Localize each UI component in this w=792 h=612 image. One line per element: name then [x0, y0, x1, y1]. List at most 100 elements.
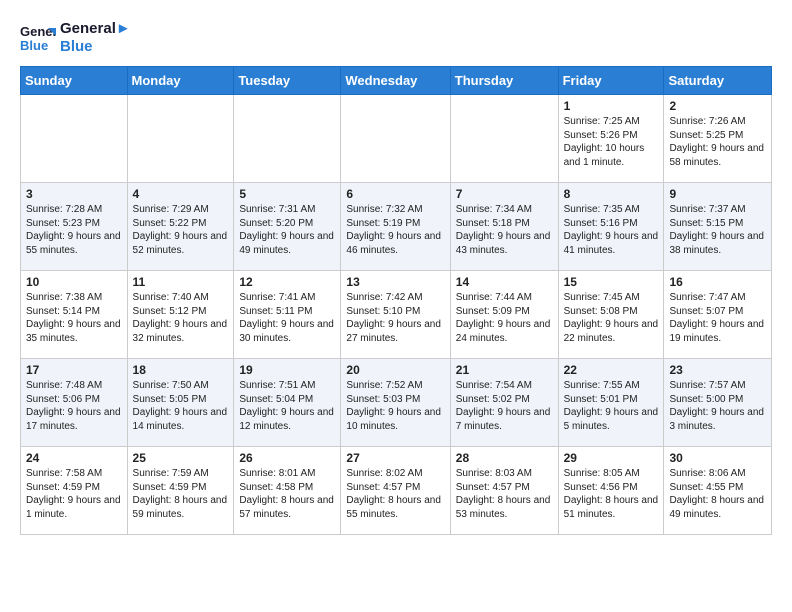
calendar-cell: 11 Sunrise: 7:40 AM Sunset: 5:12 PM Dayli… [127, 271, 234, 359]
calendar-cell: 22 Sunrise: 7:55 AM Sunset: 5:01 PM Dayli… [558, 359, 664, 447]
day-info: Sunrise: 7:32 AM Sunset: 5:19 PM Dayligh… [346, 203, 444, 257]
calendar-cell: 8 Sunrise: 7:35 AM Sunset: 5:16 PM Daylig… [558, 183, 664, 271]
day-number: 8 [564, 187, 659, 201]
calendar-cell [450, 95, 558, 183]
day-number: 29 [564, 451, 659, 465]
day-number: 19 [239, 363, 335, 377]
calendar-cell: 13 Sunrise: 7:42 AM Sunset: 5:10 PM Dayli… [341, 271, 450, 359]
day-number: 2 [669, 99, 766, 113]
calendar-cell [341, 95, 450, 183]
calendar-cell: 15 Sunrise: 7:45 AM Sunset: 5:08 PM Dayli… [558, 271, 664, 359]
day-info: Sunrise: 8:03 AM Sunset: 4:57 PM Dayligh… [456, 467, 553, 521]
calendar-cell: 14Sunrise: 7:44 AM Sunset: 5:09 PM Dayli… [450, 271, 558, 359]
day-info: Sunrise: 7:48 AM Sunset: 5:06 PM Dayligh… [26, 379, 122, 433]
calendar-cell: 16Sunrise: 7:47 AM Sunset: 5:07 PM Dayli… [664, 271, 772, 359]
day-info: Sunrise: 7:35 AM Sunset: 5:16 PM Dayligh… [564, 203, 659, 257]
day-number: 15 [564, 275, 659, 289]
week-row-3: 10 Sunrise: 7:38 AM Sunset: 5:14 PM Dayli… [21, 271, 772, 359]
calendar-cell [234, 95, 341, 183]
calendar-cell: 10 Sunrise: 7:38 AM Sunset: 5:14 PM Dayli… [21, 271, 128, 359]
logo-text: General► [60, 21, 131, 38]
calendar-cell: 24 Sunrise: 7:58 AM Sunset: 4:59 PM Dayli… [21, 447, 128, 535]
day-info: Sunrise: 7:52 AM Sunset: 5:03 PM Dayligh… [346, 379, 444, 433]
header: General Blue General► Blue [20, 20, 772, 56]
calendar-cell: 7Sunrise: 7:34 AM Sunset: 5:18 PM Daylig… [450, 183, 558, 271]
logo-area: General Blue General► Blue [20, 20, 131, 56]
weekday-header-thursday: Thursday [450, 67, 558, 95]
logo-icon: General Blue [20, 20, 56, 56]
day-number: 30 [669, 451, 766, 465]
calendar-cell: 30 Sunrise: 8:06 AM Sunset: 4:55 PM Dayli… [664, 447, 772, 535]
day-info: Sunrise: 8:01 AM Sunset: 4:58 PM Dayligh… [239, 467, 335, 521]
calendar-cell: 3 Sunrise: 7:28 AM Sunset: 5:23 PM Daylig… [21, 183, 128, 271]
svg-text:Blue: Blue [20, 38, 48, 53]
calendar-cell: 27 Sunrise: 8:02 AM Sunset: 4:57 PM Dayli… [341, 447, 450, 535]
day-number: 21 [456, 363, 553, 377]
calendar-cell [21, 95, 128, 183]
day-info: Sunrise: 7:57 AM Sunset: 5:00 PM Dayligh… [669, 379, 766, 433]
day-number: 9 [669, 187, 766, 201]
day-number: 13 [346, 275, 444, 289]
day-info: Sunrise: 7:41 AM Sunset: 5:11 PM Dayligh… [239, 291, 335, 345]
weekday-header-saturday: Saturday [664, 67, 772, 95]
calendar-cell: 29Sunrise: 8:05 AM Sunset: 4:56 PM Dayli… [558, 447, 664, 535]
weekday-header-monday: Monday [127, 67, 234, 95]
day-number: 24 [26, 451, 122, 465]
day-number: 3 [26, 187, 122, 201]
calendar-cell [127, 95, 234, 183]
calendar-cell: 9 Sunrise: 7:37 AM Sunset: 5:15 PM Daylig… [664, 183, 772, 271]
weekday-header-sunday: Sunday [21, 67, 128, 95]
day-info: Sunrise: 8:02 AM Sunset: 4:57 PM Dayligh… [346, 467, 444, 521]
calendar-cell: 19 Sunrise: 7:51 AM Sunset: 5:04 PM Dayli… [234, 359, 341, 447]
calendar-cell: 25Sunrise: 7:59 AM Sunset: 4:59 PM Dayli… [127, 447, 234, 535]
day-info: Sunrise: 7:37 AM Sunset: 5:15 PM Dayligh… [669, 203, 766, 257]
day-info: Sunrise: 7:54 AM Sunset: 5:02 PM Dayligh… [456, 379, 553, 433]
day-number: 6 [346, 187, 444, 201]
weekday-header-row: SundayMondayTuesdayWednesdayThursdayFrid… [21, 67, 772, 95]
week-row-1: 1Sunrise: 7:25 AM Sunset: 5:26 PM Daylig… [21, 95, 772, 183]
day-number: 28 [456, 451, 553, 465]
week-row-5: 24 Sunrise: 7:58 AM Sunset: 4:59 PM Dayli… [21, 447, 772, 535]
calendar-cell: 21 Sunrise: 7:54 AM Sunset: 5:02 PM Dayli… [450, 359, 558, 447]
week-row-4: 17 Sunrise: 7:48 AM Sunset: 5:06 PM Dayli… [21, 359, 772, 447]
day-number: 22 [564, 363, 659, 377]
day-number: 27 [346, 451, 444, 465]
weekday-header-friday: Friday [558, 67, 664, 95]
day-info: Sunrise: 7:44 AM Sunset: 5:09 PM Dayligh… [456, 291, 553, 345]
day-number: 1 [564, 99, 659, 113]
day-info: Sunrise: 7:31 AM Sunset: 5:20 PM Dayligh… [239, 203, 335, 257]
day-number: 10 [26, 275, 122, 289]
weekday-header-tuesday: Tuesday [234, 67, 341, 95]
day-info: Sunrise: 7:45 AM Sunset: 5:08 PM Dayligh… [564, 291, 659, 345]
day-number: 16 [669, 275, 766, 289]
day-info: Sunrise: 7:42 AM Sunset: 5:10 PM Dayligh… [346, 291, 444, 345]
day-number: 25 [133, 451, 229, 465]
day-number: 17 [26, 363, 122, 377]
calendar-cell: 18 Sunrise: 7:50 AM Sunset: 5:05 PM Dayli… [127, 359, 234, 447]
day-info: Sunrise: 7:38 AM Sunset: 5:14 PM Dayligh… [26, 291, 122, 345]
weekday-header-wednesday: Wednesday [341, 67, 450, 95]
calendar: SundayMondayTuesdayWednesdayThursdayFrid… [20, 66, 772, 535]
day-number: 4 [133, 187, 229, 201]
day-info: Sunrise: 7:51 AM Sunset: 5:04 PM Dayligh… [239, 379, 335, 433]
calendar-cell: 1Sunrise: 7:25 AM Sunset: 5:26 PM Daylig… [558, 95, 664, 183]
logo-blue: Blue [60, 38, 131, 55]
calendar-cell: 12Sunrise: 7:41 AM Sunset: 5:11 PM Dayli… [234, 271, 341, 359]
day-info: Sunrise: 7:55 AM Sunset: 5:01 PM Dayligh… [564, 379, 659, 433]
day-info: Sunrise: 7:34 AM Sunset: 5:18 PM Dayligh… [456, 203, 553, 257]
day-info: Sunrise: 7:28 AM Sunset: 5:23 PM Dayligh… [26, 203, 122, 257]
page: General Blue General► Blue SundayMondayT… [0, 0, 792, 545]
calendar-cell: 17 Sunrise: 7:48 AM Sunset: 5:06 PM Dayli… [21, 359, 128, 447]
week-row-2: 3 Sunrise: 7:28 AM Sunset: 5:23 PM Daylig… [21, 183, 772, 271]
calendar-cell: 2Sunrise: 7:26 AM Sunset: 5:25 PM Daylig… [664, 95, 772, 183]
day-number: 11 [133, 275, 229, 289]
day-info: Sunrise: 7:50 AM Sunset: 5:05 PM Dayligh… [133, 379, 229, 433]
day-number: 23 [669, 363, 766, 377]
day-info: Sunrise: 8:06 AM Sunset: 4:55 PM Dayligh… [669, 467, 766, 521]
calendar-cell: 6 Sunrise: 7:32 AM Sunset: 5:19 PM Daylig… [341, 183, 450, 271]
day-number: 18 [133, 363, 229, 377]
calendar-cell: 26Sunrise: 8:01 AM Sunset: 4:58 PM Dayli… [234, 447, 341, 535]
day-number: 20 [346, 363, 444, 377]
day-info: Sunrise: 7:58 AM Sunset: 4:59 PM Dayligh… [26, 467, 122, 521]
day-info: Sunrise: 7:40 AM Sunset: 5:12 PM Dayligh… [133, 291, 229, 345]
